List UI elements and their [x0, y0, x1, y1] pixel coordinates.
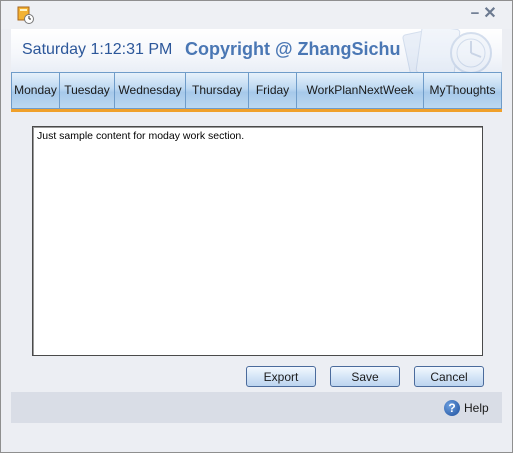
- main-window: − ✕ Saturday 1:12:31 PM Copyright @ Zhan…: [0, 0, 513, 453]
- help-label[interactable]: Help: [464, 401, 489, 415]
- minimize-icon[interactable]: −: [468, 6, 482, 21]
- cancel-button[interactable]: Cancel: [414, 366, 484, 387]
- tab-mythoughts[interactable]: MyThoughts: [424, 73, 502, 108]
- tab-friday[interactable]: Friday: [249, 73, 297, 108]
- close-icon[interactable]: ✕: [483, 6, 497, 22]
- tab-workplannextweek[interactable]: WorkPlanNextWeek: [297, 73, 424, 108]
- header-banner: Saturday 1:12:31 PM Copyright @ ZhangSic…: [11, 29, 502, 72]
- work-notes-textarea[interactable]: Just sample content for moday work secti…: [32, 126, 483, 356]
- clock-watermark-icon: [402, 29, 492, 72]
- clock-display: Saturday 1:12:31 PM: [22, 41, 173, 58]
- day-tab-bar: Monday Tuesday Wednesday Thursday Friday…: [11, 72, 502, 109]
- tab-wednesday[interactable]: Wednesday: [115, 73, 186, 108]
- help-link[interactable]: ? Help: [444, 399, 489, 417]
- tab-thursday[interactable]: Thursday: [186, 73, 249, 108]
- title-bar[interactable]: − ✕: [1, 1, 512, 29]
- help-icon[interactable]: ?: [444, 400, 460, 416]
- footer-bar: ? Help: [11, 392, 502, 423]
- tab-tuesday[interactable]: Tuesday: [60, 73, 115, 108]
- export-button[interactable]: Export: [246, 366, 316, 387]
- content-panel: Just sample content for moday work secti…: [11, 112, 502, 392]
- app-icon: [17, 6, 34, 24]
- save-button[interactable]: Save: [330, 366, 400, 387]
- copyright-text: Copyright @ ZhangSichu: [185, 39, 401, 59]
- tab-monday[interactable]: Monday: [11, 73, 60, 108]
